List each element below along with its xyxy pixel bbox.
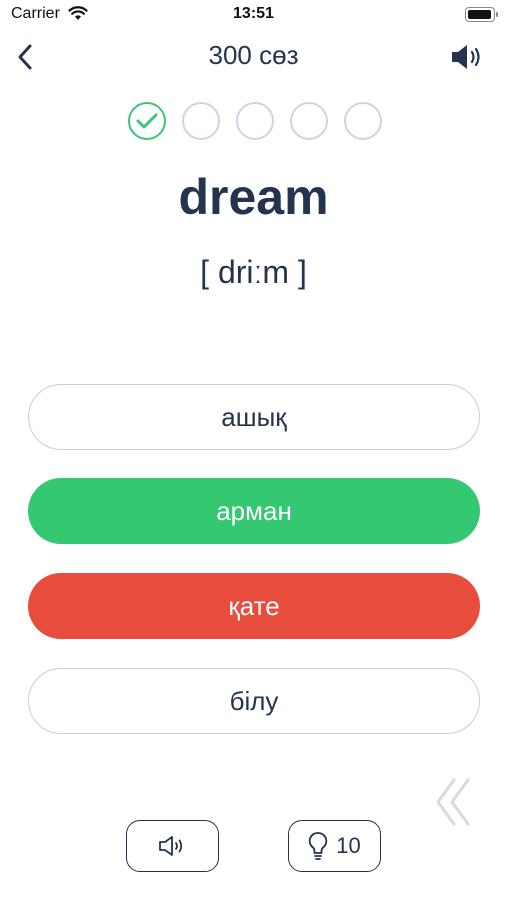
pronounce-button[interactable] <box>126 820 219 872</box>
word-transcription: [ driːm ] <box>200 254 307 290</box>
double-chevron-left-icon <box>436 778 470 826</box>
speaker-outline-icon <box>158 836 182 856</box>
app-screen: Carrier 13:51 300 сөз dream [ driːm ] аш… <box>0 0 507 900</box>
status-time: 13:51 <box>233 5 274 22</box>
answer-option-3[interactable]: қате <box>28 573 480 639</box>
page-title: 300 сөз <box>208 40 299 70</box>
progress-dot-completed <box>127 102 166 140</box>
sound-toggle-button[interactable] <box>447 40 487 74</box>
skip-button[interactable] <box>430 774 478 830</box>
progress-dot <box>181 102 220 140</box>
answer-option-4[interactable]: білу <box>28 668 480 734</box>
status-bar: Carrier 13:51 <box>0 0 507 30</box>
hint-button[interactable]: 10 <box>288 820 381 872</box>
progress-dot <box>343 102 382 140</box>
answer-option-2[interactable]: арман <box>28 478 480 544</box>
answer-option-1[interactable]: ашық <box>28 384 480 450</box>
speaker-icon <box>452 45 480 69</box>
battery-icon <box>465 7 498 22</box>
progress-indicator <box>0 102 507 140</box>
hint-count: 10 <box>336 833 361 858</box>
progress-dot <box>289 102 328 140</box>
word-text: dream <box>178 169 329 225</box>
progress-dot <box>235 102 274 140</box>
checkmark-icon <box>136 113 157 129</box>
battery-fill <box>468 10 491 19</box>
lightbulb-icon <box>309 832 328 860</box>
